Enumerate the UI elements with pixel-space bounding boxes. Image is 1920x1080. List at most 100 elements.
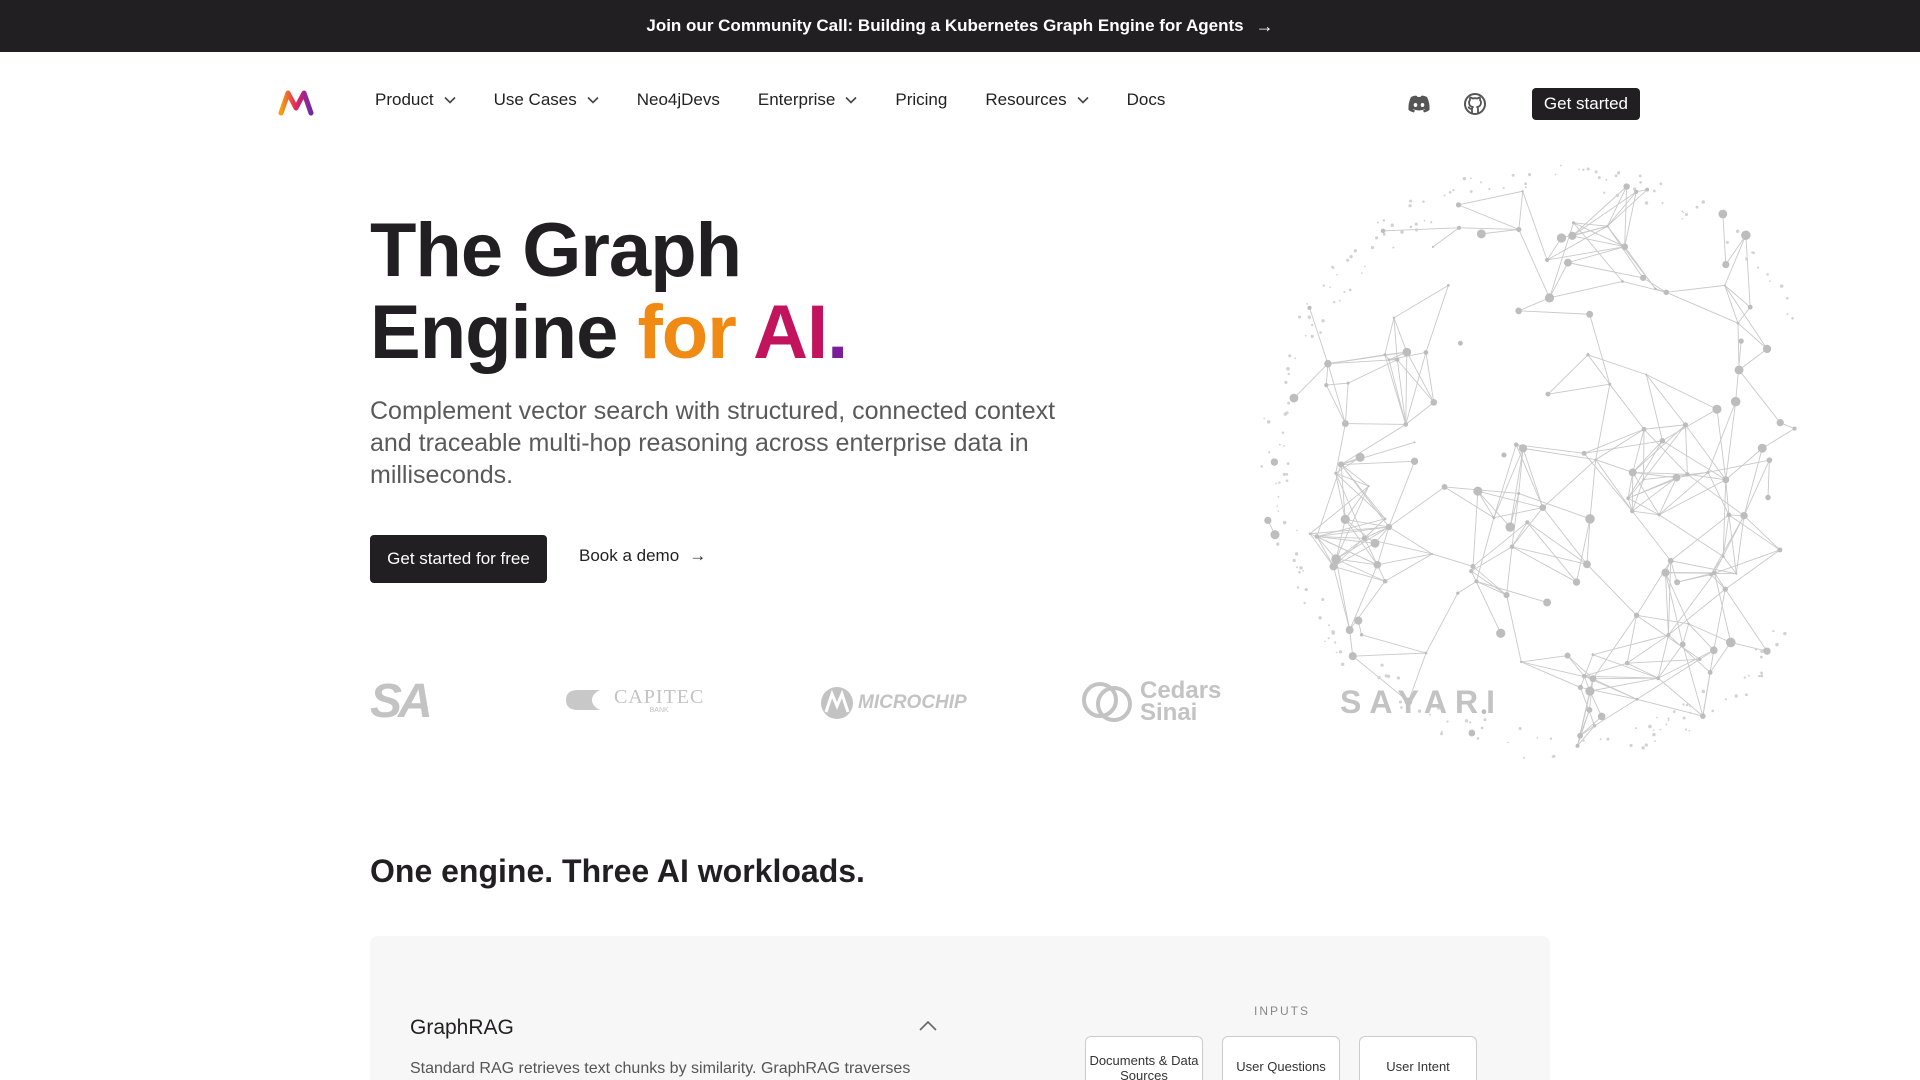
globe-node <box>1264 516 1272 525</box>
announcement-bar[interactable]: Join our Community Call: Building a Kube… <box>0 0 1920 52</box>
globe-node <box>1712 570 1717 576</box>
globe-rim-dot <box>1586 167 1590 171</box>
globe-node <box>1456 591 1460 595</box>
globe-link <box>1738 369 1781 423</box>
cedars-sinai-wordmark: Cedars Sinai <box>1140 679 1221 725</box>
arrow-right-icon: → <box>1255 15 1274 36</box>
hero-title-for: for <box>637 290 736 375</box>
nav-item-enterprise[interactable]: Enterprise <box>758 90 857 110</box>
globe-link <box>1595 459 1633 512</box>
globe-node <box>1289 393 1299 403</box>
globe-node <box>1659 438 1666 444</box>
globe-rim-dot <box>1582 739 1585 742</box>
globe-node <box>1626 496 1630 500</box>
get-started-free-button[interactable]: Get started for free <box>370 535 547 583</box>
globe-node <box>1564 652 1571 659</box>
globe-node <box>1667 557 1674 564</box>
globe-node <box>1354 616 1363 625</box>
globe-node <box>1735 572 1738 575</box>
nav-item-product[interactable]: Product <box>375 90 456 110</box>
globe-node <box>1456 225 1462 230</box>
globe-node <box>1777 547 1783 553</box>
globe-link <box>1586 564 1637 616</box>
globe-link <box>1432 553 1474 567</box>
globe-node <box>1581 450 1587 456</box>
globe-node <box>1314 534 1320 539</box>
globe-node <box>1403 422 1409 427</box>
globe-link <box>1745 235 1751 308</box>
globe-node <box>1383 353 1387 357</box>
neo4j-logo[interactable] <box>278 88 314 118</box>
globe-node <box>1402 347 1412 357</box>
globe-rim-dot <box>1286 462 1290 466</box>
globe-link <box>1547 383 1610 395</box>
globe-node <box>1585 514 1595 524</box>
globe-node <box>1642 478 1645 481</box>
globe-rim-dot <box>1559 164 1562 167</box>
globe-node <box>1370 538 1380 548</box>
globe-link <box>1476 580 1548 603</box>
globe-node <box>1734 365 1744 375</box>
globe-rim-dot <box>1760 671 1764 675</box>
globe-link <box>1471 546 1513 572</box>
globe-rim-dot <box>1423 219 1426 222</box>
globe-links <box>1267 186 1795 747</box>
globe-rim-dot <box>1268 451 1271 454</box>
globe-link <box>1743 515 1781 551</box>
card-heading[interactable]: GraphRAG <box>410 1016 514 1040</box>
cedars-sinai-mark-icon <box>1082 682 1132 722</box>
nav-item-use-cases[interactable]: Use Cases <box>494 90 599 110</box>
globe-link <box>1425 592 1459 654</box>
chevron-up-icon[interactable] <box>918 1018 938 1032</box>
globe-link <box>1670 514 1730 562</box>
globe-node <box>1740 511 1748 520</box>
globe-rim-dot <box>1578 168 1580 171</box>
book-demo-link[interactable]: Book a demo → <box>579 546 706 566</box>
chevron-down-icon <box>587 96 599 104</box>
nav-item-resources[interactable]: Resources <box>985 90 1089 110</box>
globe-node <box>1723 284 1726 287</box>
globe-node <box>1517 491 1521 495</box>
globe-node <box>1608 382 1612 386</box>
globe-node <box>1470 563 1476 570</box>
globe-link <box>1432 227 1460 248</box>
nav-item-docs[interactable]: Docs <box>1127 90 1166 110</box>
hero-subtitle: Complement vector search with structured… <box>370 397 1056 489</box>
globe-node <box>1606 224 1609 228</box>
globe-rim-dot <box>1689 705 1692 708</box>
globe-link <box>1405 402 1435 425</box>
globe-rim-dot <box>1554 173 1557 176</box>
globe-node <box>1630 508 1635 514</box>
globe-rim-dot <box>1448 190 1452 194</box>
globe-rim-dot <box>1614 174 1618 178</box>
globe-link <box>1344 383 1349 424</box>
globe-node <box>1679 641 1686 648</box>
globe-node <box>1348 652 1357 661</box>
globe-rim-dot <box>1408 204 1412 208</box>
announcement-text: Join our Community Call: Building a Kube… <box>646 16 1244 35</box>
globe-link <box>1458 204 1520 230</box>
globe-rim-dot <box>1296 566 1298 569</box>
globe-node <box>1476 229 1486 239</box>
globe-link <box>1476 580 1507 596</box>
globe-rim-dot <box>1307 315 1312 319</box>
globe-rim-dot <box>1667 717 1670 720</box>
globe-rim-dot <box>1382 232 1386 236</box>
nav-item-pricing[interactable]: Pricing <box>895 90 947 110</box>
globe-node <box>1270 458 1279 466</box>
globe-link <box>1444 486 1495 519</box>
globe-rim-dot <box>1751 251 1754 254</box>
globe-node <box>1726 512 1732 518</box>
globe-link <box>1670 560 1737 575</box>
nav-item-neo4jdevs[interactable]: Neo4jDevs <box>637 90 720 110</box>
chevron-down-icon <box>1077 96 1089 104</box>
globe-node <box>1572 578 1581 586</box>
globe-node <box>1747 304 1753 310</box>
globe-link <box>1595 384 1611 460</box>
globe-node <box>1586 706 1593 713</box>
globe-node <box>1738 338 1744 344</box>
globe-link <box>1405 352 1427 425</box>
globe-node <box>1666 632 1671 637</box>
globe-link <box>1316 464 1342 537</box>
globe-node <box>1581 673 1587 679</box>
